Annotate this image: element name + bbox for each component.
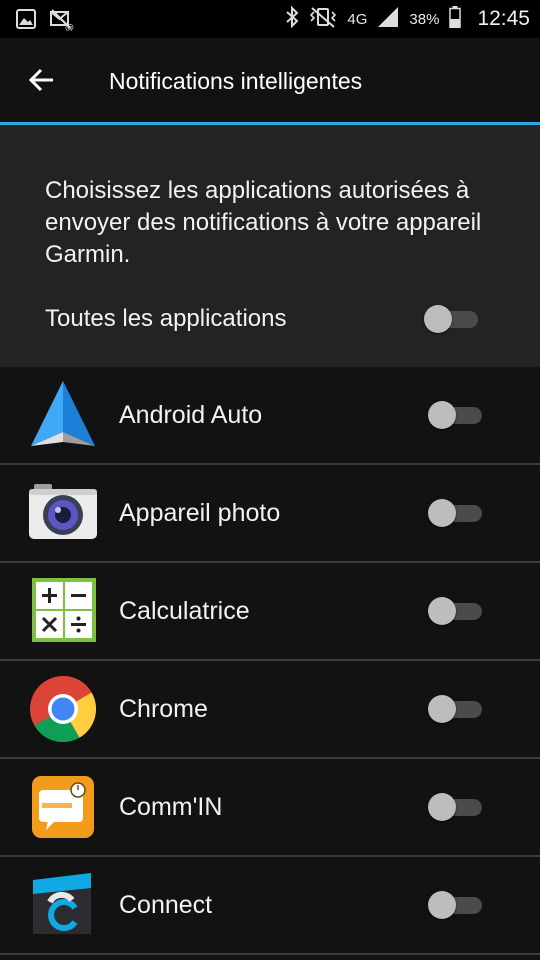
- app-name: Comm'IN: [119, 793, 223, 821]
- app-name: Calculatrice: [119, 597, 250, 625]
- calculator-icon: [28, 576, 98, 646]
- app-row-commin[interactable]: Comm'IN: [0, 759, 540, 857]
- battery-percent: 38%: [409, 10, 440, 28]
- image-icon: [16, 9, 36, 36]
- app-row-chrome[interactable]: Chrome: [0, 661, 540, 759]
- app-toggle-calculatrice[interactable]: [428, 596, 484, 626]
- network-type: 4G: [347, 10, 368, 28]
- intro-description: Choisissez les applications autorisées à…: [45, 177, 482, 268]
- app-toggle-commin[interactable]: [428, 792, 484, 822]
- toggle-thumb: [428, 597, 456, 625]
- svg-text:@: @: [65, 23, 74, 31]
- app-toggle-appareil-photo[interactable]: [428, 498, 484, 528]
- android-auto-icon: [28, 380, 98, 450]
- app-list: Android Auto Appareil photo Calculatrice…: [0, 367, 540, 955]
- intro-section: Choisissez les applications autorisées à…: [0, 125, 540, 367]
- vibrate-icon: [309, 6, 337, 33]
- battery-icon: [449, 5, 462, 33]
- page-title: Notifications intelligentes: [109, 68, 363, 94]
- toggle-thumb: [428, 891, 456, 919]
- toggle-thumb: [424, 305, 452, 333]
- mail-muted-icon: @: [50, 9, 74, 36]
- app-toggle-connect[interactable]: [428, 890, 484, 920]
- arrow-back-icon[interactable]: [28, 66, 56, 94]
- toggle-thumb: [428, 793, 456, 821]
- app-row-calculatrice[interactable]: Calculatrice: [0, 563, 540, 661]
- signal-icon: [377, 6, 399, 33]
- app-bar: Notifications intelligentes: [0, 38, 540, 122]
- toggle-thumb: [428, 401, 456, 429]
- camera-icon: [28, 478, 98, 548]
- app-row-android-auto[interactable]: Android Auto: [0, 367, 540, 465]
- status-bar: @ 4G 38% 12:45: [0, 0, 540, 38]
- all-apps-toggle[interactable]: [424, 304, 480, 334]
- app-row-appareil-photo[interactable]: Appareil photo: [0, 465, 540, 563]
- app-toggle-chrome[interactable]: [428, 694, 484, 724]
- app-toggle-android-auto[interactable]: [428, 400, 484, 430]
- toggle-thumb: [428, 695, 456, 723]
- app-name: Appareil photo: [119, 499, 281, 527]
- bluetooth-icon: [285, 5, 299, 33]
- app-name: Android Auto: [119, 401, 263, 429]
- all-apps-label: Toutes les applications: [45, 305, 287, 332]
- app-name: Chrome: [119, 695, 208, 723]
- app-row-connect[interactable]: Connect: [0, 857, 540, 955]
- clock: 12:45: [477, 7, 530, 30]
- app-name: Connect: [119, 891, 213, 919]
- commin-icon: [28, 772, 98, 842]
- toggle-thumb: [428, 499, 456, 527]
- garmin-connect-icon: [28, 870, 98, 940]
- chrome-icon: [28, 674, 98, 744]
